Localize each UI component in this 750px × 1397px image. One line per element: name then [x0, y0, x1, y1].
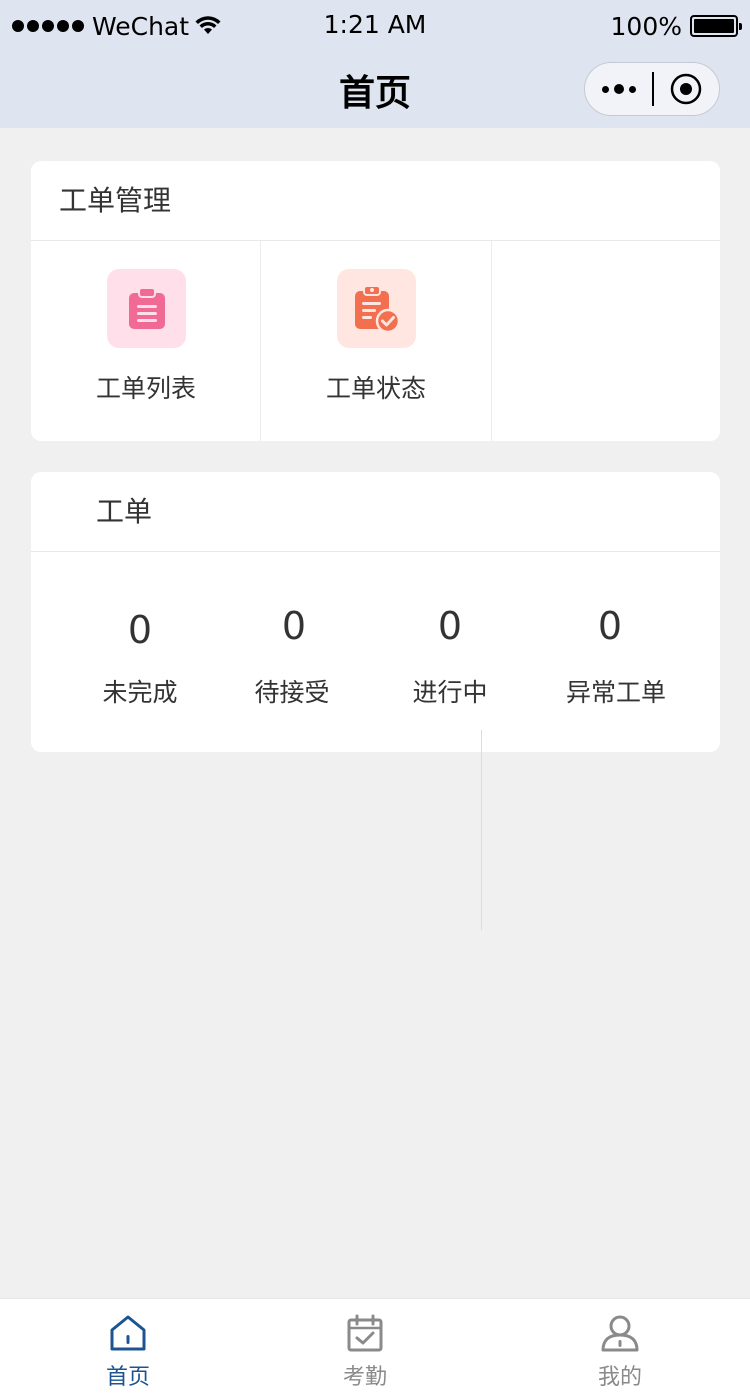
- stat-abnormal[interactable]: 0: [535, 604, 685, 648]
- clipboard-check-icon: [337, 269, 416, 348]
- status-bar: WeChat 1:21 AM 100%: [0, 0, 750, 52]
- calendar-check-icon: [347, 1314, 383, 1352]
- home-icon: [110, 1315, 146, 1351]
- user-icon: [601, 1315, 639, 1352]
- clipboard-list-icon: [107, 269, 186, 348]
- grid-item-work-order-list[interactable]: 工单列表: [31, 241, 261, 441]
- tab-label: 我的: [597, 1365, 642, 1390]
- divider-line: [481, 730, 482, 930]
- battery-percent: 100%: [610, 11, 682, 41]
- stat-value: 0: [281, 604, 307, 648]
- tab-bar: 首页 考勤 我的: [0, 1298, 750, 1397]
- nav-bar: 首页: [0, 52, 750, 128]
- battery-icon: [690, 15, 742, 37]
- tab-home[interactable]: 首页: [3, 1299, 253, 1397]
- target-icon: [671, 73, 702, 105]
- stat-label: 未完成: [102, 678, 178, 707]
- grid-item-empty: [492, 241, 720, 441]
- grid-item-label: 工单状态: [325, 374, 426, 403]
- card-title: 工单管理: [59, 184, 172, 217]
- tab-attendance[interactable]: 考勤: [240, 1299, 490, 1397]
- work-order-management-card: 工单管理 工单列表 工单状态: [31, 161, 720, 441]
- stat-in-progress[interactable]: 0: [375, 604, 525, 648]
- card-title: 工单: [96, 495, 153, 528]
- stat-label: 异常工单: [565, 678, 666, 707]
- stat-pending[interactable]: 0: [219, 604, 369, 648]
- stat-unfinished[interactable]: 0: [65, 608, 215, 652]
- stat-value: 0: [127, 608, 153, 652]
- stat-label: 待接受: [254, 678, 330, 707]
- tab-mine[interactable]: 我的: [495, 1299, 745, 1397]
- stat-label-in-progress: 进行中: [375, 673, 525, 709]
- stat-label-abnormal: 异常工单: [541, 673, 691, 709]
- status-right: 100%: [610, 10, 742, 42]
- stat-label-unfinished: 未完成: [65, 673, 215, 709]
- more-icon: [601, 85, 609, 93]
- grid-item-label: 工单列表: [95, 374, 196, 403]
- divider: [31, 551, 720, 552]
- stat-label-pending: 待接受: [217, 673, 367, 709]
- stat-label: 进行中: [412, 678, 488, 707]
- tab-label: 首页: [105, 1365, 150, 1390]
- tab-label: 考勤: [342, 1365, 387, 1390]
- grid-item-work-order-status[interactable]: 工单状态: [261, 241, 491, 441]
- stat-value: 0: [437, 604, 463, 648]
- more-button[interactable]: [585, 62, 652, 116]
- work-order-stats-card: 工单 0 未完成 0 待接受 0 进行中 0 异常工单: [31, 472, 720, 752]
- menu-capsule: [584, 62, 720, 116]
- close-miniprogram-button[interactable]: [654, 62, 719, 116]
- stat-value: 0: [597, 604, 623, 648]
